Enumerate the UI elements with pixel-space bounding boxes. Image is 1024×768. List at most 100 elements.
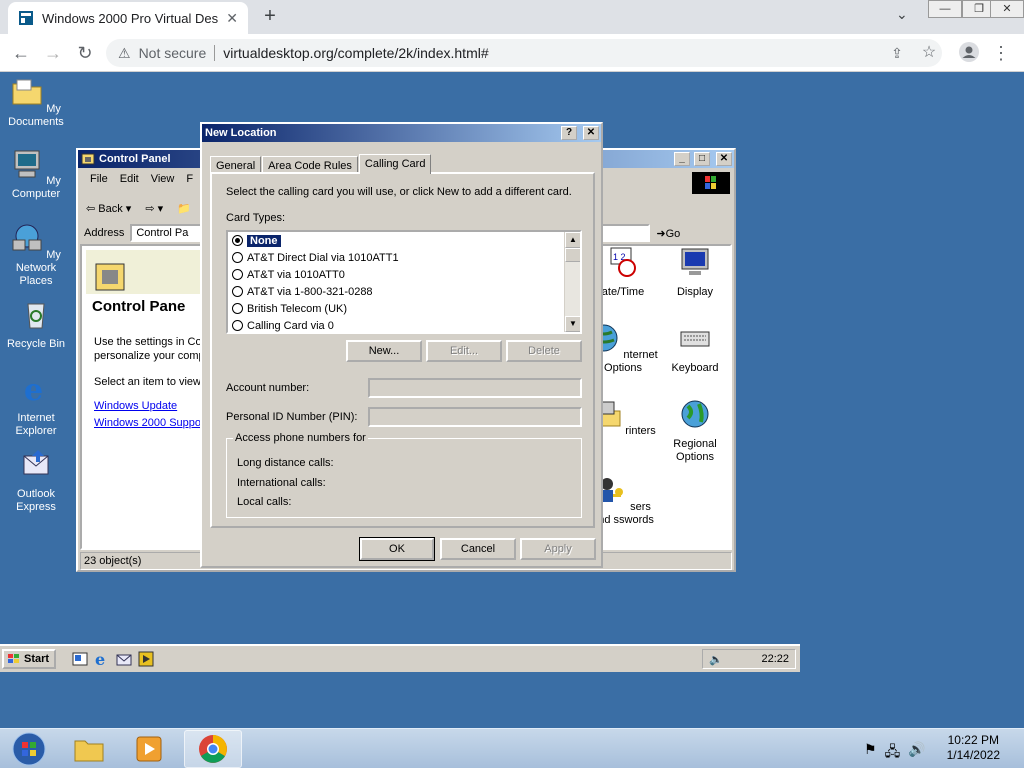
desktop-icon-my-computer[interactable]: My Computer bbox=[0, 148, 72, 201]
share-icon[interactable]: ⇪ bbox=[886, 42, 908, 64]
up-folder-icon[interactable]: 📁 bbox=[177, 202, 191, 215]
w7-start-orb[interactable] bbox=[0, 730, 58, 768]
cp-description-line3: Select an item to view bbox=[94, 376, 201, 388]
back-arrow-icon[interactable]: ← bbox=[10, 42, 32, 64]
tab-search-chevron-icon[interactable]: ⌄ bbox=[896, 6, 908, 23]
reload-icon[interactable]: ↻ bbox=[74, 42, 96, 64]
new-tab-button[interactable]: + bbox=[258, 4, 282, 28]
action-center-flag-icon[interactable]: ⚑ bbox=[864, 741, 877, 765]
cp-minimize-button[interactable]: _ bbox=[674, 152, 690, 166]
bookmark-star-icon[interactable]: ☆ bbox=[918, 42, 940, 64]
start-button[interactable]: Start bbox=[2, 649, 56, 669]
help-button[interactable]: ? bbox=[561, 126, 577, 140]
w7-date: 1/14/2022 bbox=[946, 748, 1000, 762]
forward-arrow-icon[interactable]: → bbox=[42, 42, 64, 64]
scroll-thumb[interactable] bbox=[565, 248, 580, 262]
address-bar[interactable]: ⚠ Not secure virtualdesktop.org/complete… bbox=[106, 39, 942, 67]
card-option[interactable]: AT&T Direct Dial via 1010ATT1 bbox=[228, 249, 580, 266]
edit-card-button[interactable]: Edit... bbox=[426, 340, 502, 362]
delete-card-button[interactable]: Delete bbox=[506, 340, 582, 362]
volume-tray-icon[interactable]: 🔊 bbox=[908, 741, 925, 765]
cancel-button[interactable]: Cancel bbox=[440, 538, 516, 560]
warning-triangle-icon[interactable]: ⚠ bbox=[118, 45, 131, 62]
url-text[interactable]: virtualdesktop.org/complete/2k/index.htm… bbox=[223, 45, 488, 61]
media-quick-launch-icon[interactable] bbox=[138, 651, 154, 667]
menu-view[interactable]: View bbox=[145, 170, 181, 190]
minimize-window-button[interactable]: — bbox=[928, 0, 962, 18]
ie-quick-launch-icon[interactable]: e bbox=[94, 651, 110, 667]
start-label: Start bbox=[24, 653, 50, 665]
list-scrollbar[interactable]: ▲ ▼ bbox=[564, 232, 580, 332]
outlook-express-icon bbox=[23, 450, 49, 475]
scroll-down-arrow-icon[interactable]: ▼ bbox=[565, 316, 580, 332]
dialog-title: New Location bbox=[205, 127, 277, 139]
new-card-button[interactable]: New... bbox=[346, 340, 422, 362]
volume-icon[interactable]: 🔈 bbox=[709, 653, 723, 666]
account-number-field[interactable] bbox=[368, 378, 582, 398]
radio-button[interactable] bbox=[232, 303, 243, 314]
network-tray-icon[interactable]: 🖧 bbox=[885, 741, 901, 765]
card-option[interactable]: AT&T via 1010ATT0 bbox=[228, 266, 580, 283]
radio-selected[interactable] bbox=[232, 235, 243, 246]
page-favicon-icon bbox=[19, 11, 33, 25]
quick-launch: e bbox=[72, 651, 154, 667]
menu-edit[interactable]: Edit bbox=[114, 170, 145, 190]
cp-item-display[interactable]: Display bbox=[660, 246, 730, 299]
w7-clock[interactable]: 10:22 PM 1/14/2022 bbox=[947, 733, 1000, 763]
chrome-menu-icon[interactable]: ⋮ bbox=[990, 42, 1012, 64]
desktop-icon-my-documents[interactable]: My Documents bbox=[0, 76, 72, 129]
close-window-button[interactable]: ✕ bbox=[990, 0, 1024, 18]
desktop-icon-my-network-places[interactable]: My Network Places bbox=[0, 222, 72, 288]
browser-tab[interactable]: Windows 2000 Pro Virtual Deskt ✕ bbox=[8, 2, 248, 34]
forward-button[interactable]: ⇨ ▾ bbox=[145, 202, 163, 215]
windows-update-link[interactable]: Windows Update bbox=[94, 400, 177, 412]
card-types-list[interactable]: None AT&T Direct Dial via 1010ATT1 AT&T … bbox=[226, 230, 582, 334]
apply-button[interactable]: Apply bbox=[520, 538, 596, 560]
cp-close-button[interactable]: ✕ bbox=[716, 152, 732, 166]
cp-item-keyboard[interactable]: Keyboard bbox=[660, 322, 730, 375]
w7-chrome-button[interactable] bbox=[184, 730, 242, 768]
pin-field[interactable] bbox=[368, 407, 582, 427]
svg-text:e: e bbox=[24, 373, 43, 404]
radio-button[interactable] bbox=[232, 286, 243, 297]
go-button[interactable]: ➜Go bbox=[656, 227, 680, 240]
dialog-close-button[interactable]: ✕ bbox=[583, 126, 599, 140]
card-option[interactable]: AT&T via 1-800-321-0288 bbox=[228, 283, 580, 300]
card-option[interactable]: British Telecom (UK) bbox=[228, 300, 580, 317]
w7-notification-area: ⚑ 🖧 🔊 bbox=[864, 741, 926, 765]
dialog-titlebar[interactable]: New Location ? ✕ bbox=[202, 124, 601, 142]
menu-favorites[interactable]: F bbox=[180, 170, 199, 190]
access-group-label: Access phone numbers for bbox=[233, 432, 368, 444]
outlook-quick-launch-icon[interactable] bbox=[116, 651, 132, 667]
cp-maximize-button[interactable]: □ bbox=[694, 152, 710, 166]
radio-button[interactable] bbox=[232, 320, 243, 331]
desktop-icon-recycle-bin[interactable]: Recycle Bin bbox=[0, 298, 72, 351]
profile-avatar-icon[interactable] bbox=[958, 42, 980, 64]
folder-icon bbox=[12, 79, 42, 105]
w7-taskbar: ⚑ 🖧 🔊 10:22 PM 1/14/2022 bbox=[0, 728, 1024, 768]
radio-button[interactable] bbox=[232, 269, 243, 280]
menu-file[interactable]: File bbox=[84, 170, 114, 190]
radio-button[interactable] bbox=[232, 252, 243, 263]
w7-explorer-button[interactable] bbox=[60, 730, 118, 768]
tab-close-icon[interactable]: ✕ bbox=[226, 10, 238, 27]
windows-flag-icon bbox=[8, 654, 19, 663]
card-label: None bbox=[247, 234, 281, 247]
button-label: Edit... bbox=[449, 345, 479, 357]
tab-calling-card[interactable]: Calling Card bbox=[358, 154, 432, 174]
windows-support-link[interactable]: Windows 2000 Suppor bbox=[94, 417, 205, 429]
card-option[interactable]: Calling Card via 0 bbox=[228, 317, 580, 332]
desktop-icon-outlook-express[interactable]: Outlook Express bbox=[0, 448, 72, 514]
show-desktop-icon[interactable] bbox=[72, 651, 88, 667]
cp-item-label: rinters bbox=[625, 425, 656, 437]
cp-item-regional-options[interactable]: Regional Options bbox=[660, 398, 730, 464]
windows-flag-icon bbox=[705, 176, 716, 189]
back-button[interactable]: ⇦ Back ▾ bbox=[86, 202, 131, 215]
desktop-icon-internet-explorer[interactable]: e Internet Explorer bbox=[0, 372, 72, 438]
card-option-none[interactable]: None bbox=[228, 232, 580, 249]
w2k-clock[interactable]: 22:22 bbox=[761, 653, 789, 665]
scroll-up-arrow-icon[interactable]: ▲ bbox=[565, 232, 580, 248]
security-status[interactable]: Not secure bbox=[139, 45, 207, 61]
ok-button[interactable]: OK bbox=[359, 537, 435, 561]
w7-media-player-button[interactable] bbox=[120, 730, 178, 768]
